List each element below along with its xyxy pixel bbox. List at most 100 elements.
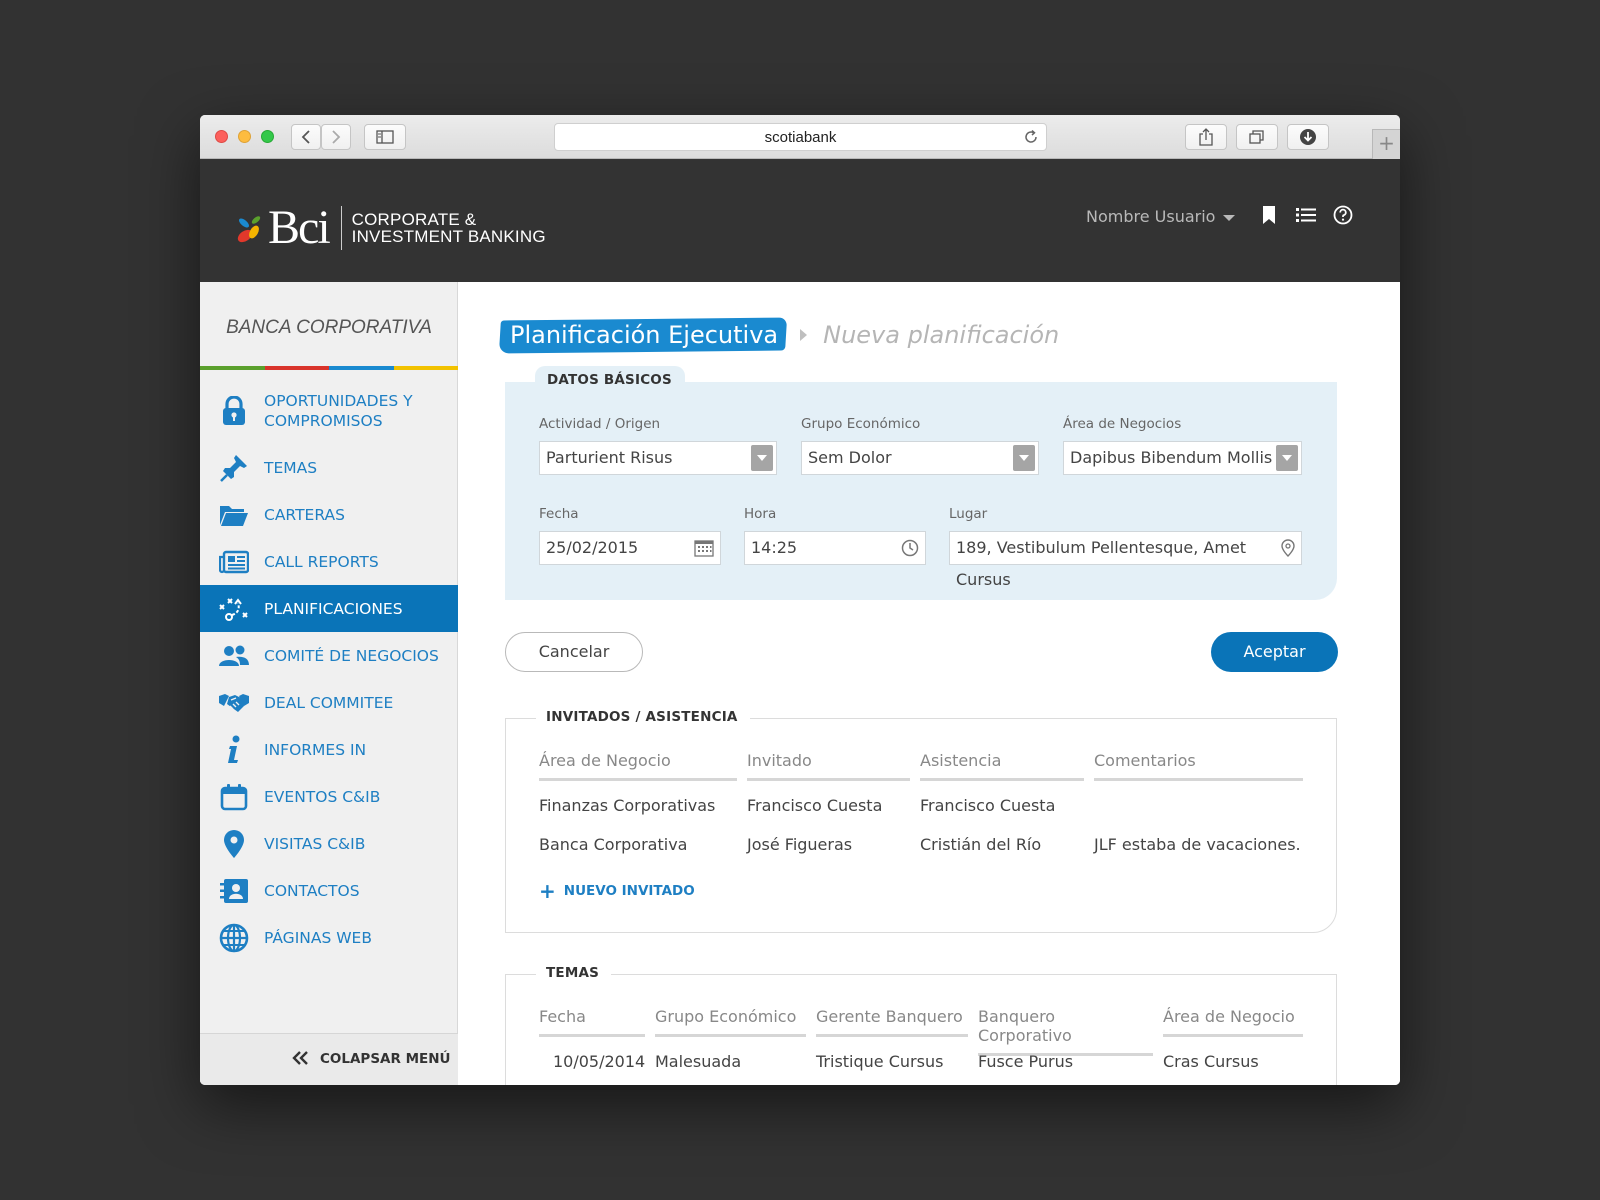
dropdown-arrow-icon (751, 445, 773, 471)
column-header[interactable]: Área de Negocio (1163, 1007, 1303, 1037)
fecha-label: Fecha (539, 506, 579, 522)
sidebar-item-eventos[interactable]: EVENTOS C&IB (200, 773, 458, 820)
new-tab-button[interactable]: + (1372, 129, 1400, 159)
users-icon (218, 640, 250, 672)
sidebar-item-label: PLANIFICACIONES (264, 599, 403, 618)
reload-icon[interactable] (1023, 129, 1039, 145)
table-cell: Francisco Cuesta (920, 796, 1056, 815)
sidebar-item-call-reports[interactable]: CALL REPORTS (200, 538, 458, 585)
back-button[interactable] (291, 124, 321, 150)
sidebar-item-visitas[interactable]: VISITAS C&IB (200, 820, 458, 867)
user-name: Nombre Usuario (1086, 207, 1216, 226)
table-cell: Cras Cursus (1163, 1052, 1259, 1071)
grupo-select[interactable]: Sem Dolor (801, 441, 1039, 475)
sidebar-item-comite[interactable]: COMITÉ DE NEGOCIOS (200, 632, 458, 679)
calendar-icon[interactable] (694, 539, 714, 557)
hora-input[interactable]: 14:25 (744, 531, 926, 565)
brand-tagline-line2: INVESTMENT BANKING (351, 226, 546, 246)
breadcrumb-current[interactable]: Planificación Ejecutiva (500, 318, 786, 352)
table-cell: Malesuada (655, 1052, 742, 1071)
lugar-input[interactable]: 189, Vestibulum Pellentesque, Amet Cursu… (949, 531, 1302, 589)
minimize-window-button[interactable] (238, 130, 251, 143)
sidebar-item-paginas-web[interactable]: PÁGINAS WEB (200, 914, 458, 961)
actividad-value: Parturient Risus (546, 448, 673, 467)
grupo-label: Grupo Económico (801, 416, 921, 432)
close-window-button[interactable] (215, 130, 228, 143)
sidebar-toggle-button[interactable] (364, 124, 406, 150)
sidebar-item-oportunidades[interactable]: OPORTUNIDADES Y COMPROMISOS (200, 378, 458, 444)
lugar-value: 189, Vestibulum Pellentesque, Amet Cursu… (956, 538, 1247, 589)
sidebar-nav: OPORTUNIDADES Y COMPROMISOS TEMAS CARTERA… (200, 378, 458, 961)
area-select[interactable]: Dapibus Bibendum Mollis (1063, 441, 1302, 475)
share-button[interactable] (1185, 124, 1227, 150)
user-menu[interactable]: Nombre Usuario (1086, 207, 1236, 226)
section-legend: DATOS BÁSICOS (535, 366, 685, 390)
column-header[interactable]: Invitado (747, 751, 910, 781)
table-cell: Cristián del Río (920, 835, 1042, 854)
column-header[interactable]: Gerente Banquero (816, 1007, 968, 1037)
sidebar-item-planificaciones[interactable]: PLANIFICACIONES (200, 585, 458, 632)
actividad-select[interactable]: Parturient Risus (539, 441, 777, 475)
location-pin-icon[interactable] (1281, 539, 1295, 557)
table-cell: Fusce Purus (978, 1052, 1074, 1071)
column-header[interactable]: Fecha (539, 1007, 645, 1037)
sidebar-item-label: INFORMES IN (264, 740, 367, 759)
section-legend: TEMAS (536, 965, 612, 981)
forward-button[interactable] (321, 124, 351, 150)
table-cell: Finanzas Corporativas (539, 796, 716, 815)
column-header[interactable]: Área de Negocio (539, 751, 737, 781)
column-header[interactable]: Comentarios (1094, 751, 1303, 781)
topics-section: TEMAS Fecha Grupo Económico Gerente Banq… (505, 965, 1337, 1085)
collapse-menu-button[interactable]: COLAPSAR MENÚ (200, 1033, 458, 1085)
table-cell: JLF estaba de vacaciones. (1094, 835, 1301, 854)
add-guest-button[interactable]: + NUEVO INVITADO (539, 879, 695, 903)
sidebar-item-informes[interactable]: INFORMES IN (200, 726, 458, 773)
downloads-button[interactable] (1287, 124, 1329, 150)
sidebar-item-label: OPORTUNIDADES Y COMPROMISOS (264, 392, 413, 430)
cancel-button[interactable]: Cancelar (505, 632, 643, 672)
bci-mark-icon (237, 215, 261, 242)
lock-icon (218, 395, 250, 427)
tabs-icon (1249, 130, 1264, 144)
folder-icon (218, 499, 250, 531)
clock-icon[interactable] (901, 539, 919, 557)
column-header[interactable]: Asistencia (920, 751, 1084, 781)
sidebar-icon (376, 130, 394, 144)
strategy-icon (218, 593, 250, 625)
plus-icon: + (539, 879, 556, 903)
brand-name: Bci (268, 201, 331, 254)
list-icon[interactable] (1296, 207, 1316, 223)
calendar-icon (218, 781, 250, 813)
bookmark-icon[interactable] (1262, 205, 1276, 225)
grupo-value: Sem Dolor (808, 448, 892, 467)
bci-logo[interactable]: Bci CORPORATE & INVESTMENT BANKING (236, 200, 546, 255)
sidebar-item-contactos[interactable]: CONTACTOS (200, 867, 458, 914)
zoom-window-button[interactable] (261, 130, 274, 143)
area-value: Dapibus Bibendum Mollis (1070, 448, 1273, 467)
lugar-label: Lugar (949, 506, 988, 522)
tabs-overview-button[interactable] (1236, 124, 1278, 150)
help-icon[interactable] (1333, 205, 1353, 225)
column-header[interactable]: Grupo Económico (655, 1007, 806, 1037)
info-icon (218, 734, 250, 766)
dropdown-arrow-icon (1276, 445, 1298, 471)
breadcrumb: Planificación Ejecutiva Nueva planificac… (500, 315, 1059, 355)
fecha-input[interactable]: 25/02/2015 (539, 531, 721, 565)
app-header: Bci CORPORATE & INVESTMENT BANKING Nombr… (200, 159, 1400, 282)
column-header[interactable]: Banquero Corporativo (978, 1007, 1153, 1056)
sidebar-item-label: CARTERAS (264, 505, 345, 524)
caret-down-icon (1223, 214, 1236, 221)
breadcrumb-sub: Nueva planificación (823, 321, 1060, 349)
address-bar[interactable]: scotiabank (554, 123, 1047, 151)
sidebar-item-label: CALL REPORTS (264, 552, 379, 571)
sidebar-item-carteras[interactable]: CARTERAS (200, 491, 458, 538)
share-icon (1199, 128, 1213, 146)
sidebar-item-label: DEAL COMMITEE (264, 693, 394, 712)
sidebar-color-bar (200, 366, 458, 370)
sidebar-item-label: CONTACTOS (264, 881, 360, 900)
sidebar-item-deal-commitee[interactable]: DEAL COMMITEE (200, 679, 458, 726)
sidebar-item-temas[interactable]: TEMAS (200, 444, 458, 491)
hora-value: 14:25 (751, 538, 798, 557)
chevron-right-icon (332, 130, 341, 144)
accept-button[interactable]: Aceptar (1211, 632, 1338, 672)
